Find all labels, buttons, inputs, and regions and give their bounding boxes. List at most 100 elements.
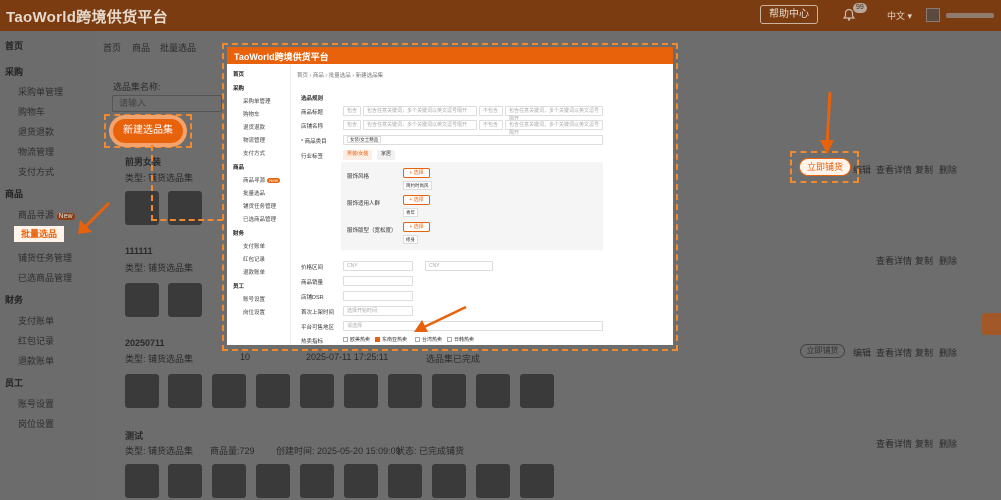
inset-sidebar-home[interactable]: 首页 bbox=[233, 70, 244, 78]
sidebar-item-cart[interactable]: 购物车 bbox=[18, 105, 45, 118]
sidebar-item-refunds[interactable]: 退货退款 bbox=[18, 125, 54, 138]
breadcrumb-home[interactable]: 首页 bbox=[103, 41, 121, 54]
product-thumbnail[interactable] bbox=[212, 464, 246, 498]
language-select[interactable]: 中文 ▾ bbox=[887, 9, 912, 22]
product-thumbnail[interactable] bbox=[125, 464, 159, 498]
hot-checkbox[interactable]: 东南亚热卖 bbox=[375, 336, 407, 343]
attr-chip[interactable]: 修身 bbox=[403, 235, 418, 244]
attr-select-button[interactable]: + 选择 bbox=[403, 168, 430, 178]
inset-sidebar-cart[interactable]: 购物车 bbox=[243, 110, 260, 118]
inset-sidebar-bill[interactable]: 支付账单 bbox=[243, 242, 265, 250]
exclude-select[interactable]: 不包含 bbox=[479, 120, 503, 130]
product-thumbnail[interactable] bbox=[168, 464, 202, 498]
inset-sidebar-account[interactable]: 账号设置 bbox=[243, 295, 265, 303]
filter-input[interactable]: 请输入 bbox=[112, 95, 222, 112]
inset-sidebar-product[interactable]: 商品 bbox=[233, 163, 244, 171]
sidebar-item-sourcing[interactable]: 商品寻源 New bbox=[18, 208, 75, 221]
price-min-input[interactable]: CNY bbox=[343, 261, 413, 271]
listing-time-input[interactable]: 选择开始时间 bbox=[343, 306, 413, 316]
sidebar-item-task[interactable]: 铺货任务管理 bbox=[18, 251, 72, 264]
inset-sidebar-payment[interactable]: 支付方式 bbox=[243, 149, 265, 157]
product-thumbnail[interactable] bbox=[168, 283, 202, 317]
shop-exclude-input[interactable]: 包含任意关键词，多个关键词以英文逗号隔开 bbox=[505, 120, 603, 136]
hot-checkbox[interactable]: 欧美热卖 bbox=[343, 336, 370, 343]
inset-sidebar-refund-bill[interactable]: 退款账单 bbox=[243, 268, 265, 276]
product-thumbnail[interactable] bbox=[168, 374, 202, 408]
sidebar-group-purchase[interactable]: 采购 bbox=[5, 65, 23, 78]
sidebar-item-account[interactable]: 账号设置 bbox=[18, 397, 54, 410]
copy-link[interactable]: 复制 bbox=[915, 346, 933, 359]
dsr-input[interactable] bbox=[343, 291, 413, 301]
distribute-now-button-highlighted[interactable]: 立即铺货 bbox=[799, 158, 851, 176]
attr-select-button[interactable]: + 选择 bbox=[403, 195, 430, 205]
product-thumbnail[interactable] bbox=[520, 464, 554, 498]
sidebar-item-logistics[interactable]: 物流管理 bbox=[18, 145, 54, 158]
product-thumbnail[interactable] bbox=[300, 374, 334, 408]
product-thumbnail[interactable] bbox=[388, 374, 422, 408]
sidebar-item-home[interactable]: 首页 bbox=[5, 39, 23, 52]
exclude-select[interactable]: 不包含 bbox=[479, 106, 503, 116]
copy-link[interactable]: 复制 bbox=[915, 163, 933, 176]
inset-sidebar-orders[interactable]: 采购单管理 bbox=[243, 97, 271, 105]
product-thumbnail[interactable] bbox=[520, 374, 554, 408]
inset-sidebar-logistics[interactable]: 物流管理 bbox=[243, 136, 265, 144]
hot-checkbox[interactable]: 台湾热卖 bbox=[415, 336, 442, 343]
product-thumbnail[interactable] bbox=[256, 464, 290, 498]
industry-tag-active[interactable]: 男装/女装 bbox=[343, 150, 373, 160]
product-thumbnail[interactable] bbox=[432, 464, 466, 498]
inset-sidebar-staff[interactable]: 员工 bbox=[233, 282, 244, 290]
view-detail-link[interactable]: 查看详情 bbox=[876, 163, 912, 176]
sidebar-item-batch-select[interactable]: 批量选品 bbox=[14, 226, 64, 242]
category-select[interactable]: 女装/女士精品 bbox=[343, 135, 603, 145]
help-center-button[interactable]: 帮助中心 bbox=[760, 5, 818, 24]
product-thumbnail[interactable] bbox=[476, 374, 510, 408]
sidebar-group-finance[interactable]: 财务 bbox=[5, 293, 23, 306]
attr-chip[interactable]: 青年 bbox=[403, 208, 418, 217]
inset-sidebar-refunds[interactable]: 退货退款 bbox=[243, 123, 265, 131]
sidebar-item-orders[interactable]: 采购单管理 bbox=[18, 85, 63, 98]
delete-link[interactable]: 删除 bbox=[939, 346, 957, 359]
copy-link[interactable]: 复制 bbox=[915, 437, 933, 450]
edit-link[interactable]: 编辑 bbox=[853, 346, 871, 359]
product-thumbnail[interactable] bbox=[300, 464, 334, 498]
avatar[interactable] bbox=[926, 8, 940, 22]
side-float-tab[interactable] bbox=[982, 313, 1001, 335]
app-logo[interactable]: TaoWorld跨境供货平台 bbox=[6, 6, 168, 27]
product-thumbnail[interactable] bbox=[125, 283, 159, 317]
sidebar-item-position[interactable]: 岗位设置 bbox=[18, 417, 54, 430]
industry-tag[interactable]: 家居 bbox=[377, 150, 396, 160]
inset-sidebar-position[interactable]: 岗位设置 bbox=[243, 308, 265, 316]
title-exclude-input[interactable]: 包含任意关键词，多个关键词以英文逗号隔开 bbox=[505, 106, 603, 122]
title-include-input[interactable]: 包含任意关键词，多个关键词以英文逗号隔开 bbox=[363, 106, 477, 116]
product-thumbnail[interactable] bbox=[476, 464, 510, 498]
inset-sidebar-redpacket[interactable]: 红包记录 bbox=[243, 255, 265, 263]
price-max-input[interactable]: CNY bbox=[425, 261, 493, 271]
contain-select[interactable]: 包含 bbox=[343, 106, 361, 116]
sidebar-item-refund-bill[interactable]: 退款账单 bbox=[18, 354, 54, 367]
product-thumbnail[interactable] bbox=[212, 374, 246, 408]
region-select[interactable]: 请选择 bbox=[343, 321, 603, 331]
hot-checkbox[interactable]: 日韩热卖 bbox=[447, 336, 474, 343]
product-thumbnail[interactable] bbox=[432, 374, 466, 408]
sidebar-item-selected[interactable]: 已选商品管理 bbox=[18, 271, 72, 284]
distribute-now-button[interactable]: 立即铺货 bbox=[800, 344, 845, 358]
view-detail-link[interactable]: 查看详情 bbox=[876, 346, 912, 359]
contain-select[interactable]: 包含 bbox=[343, 120, 361, 130]
product-thumbnail[interactable] bbox=[125, 374, 159, 408]
inset-sidebar-finance[interactable]: 财务 bbox=[233, 229, 244, 237]
view-detail-link[interactable]: 查看详情 bbox=[876, 437, 912, 450]
delete-link[interactable]: 删除 bbox=[939, 254, 957, 267]
sales-input[interactable] bbox=[343, 276, 413, 286]
delete-link[interactable]: 删除 bbox=[939, 163, 957, 176]
inset-sidebar-purchase[interactable]: 采购 bbox=[233, 84, 244, 92]
product-thumbnail[interactable] bbox=[388, 464, 422, 498]
attr-chip[interactable]: 简约时尚风 bbox=[403, 181, 432, 190]
category-tag[interactable]: 女装/女士精品 bbox=[347, 136, 382, 143]
inset-sidebar-selected[interactable]: 已选商品管理 bbox=[243, 215, 276, 223]
sidebar-group-staff[interactable]: 员工 bbox=[5, 376, 23, 389]
shop-include-input[interactable]: 包含任意关键词，多个关键词以英文逗号隔开 bbox=[363, 120, 477, 130]
copy-link[interactable]: 复制 bbox=[915, 254, 933, 267]
sidebar-item-bill[interactable]: 支付账单 bbox=[18, 314, 54, 327]
create-collection-button[interactable]: 新建选品集 bbox=[113, 119, 183, 143]
breadcrumb-product[interactable]: 商品 bbox=[132, 41, 150, 54]
